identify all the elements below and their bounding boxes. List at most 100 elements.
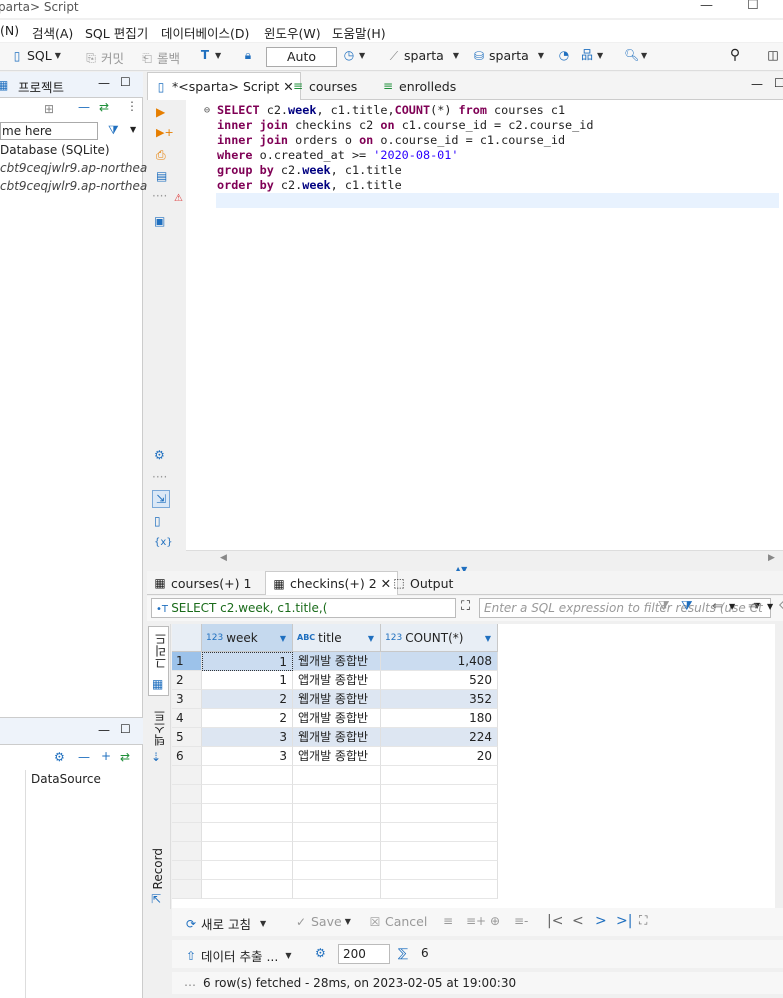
edit-row-icon[interactable]: ≡ (443, 914, 453, 928)
new-folder-icon[interactable]: ⊞ (44, 102, 54, 116)
minimize-icon[interactable]: — (98, 76, 110, 90)
table-row[interactable]: 3 2 웹개발 종합반 352 (172, 690, 775, 709)
expand-icon[interactable]: ⛶ (461, 599, 470, 614)
tab-courses[interactable]: ≡ courses (285, 72, 363, 100)
save-button[interactable]: ✓ Save ▼ (294, 914, 351, 929)
tree-item-sqlite[interactable]: Database (SQLite) (0, 143, 110, 157)
fold-icon[interactable]: ⊖ (204, 105, 210, 116)
table-cell[interactable]: 352 (381, 690, 498, 709)
datasource-panel-tab[interactable]: — ☐ (0, 717, 143, 745)
tab-text-view[interactable]: 텍스트 ⇣ (148, 706, 169, 766)
chevron-down-icon[interactable]: ▼ (345, 917, 351, 926)
table-row[interactable]: 2 1 앱개발 종합반 520 (172, 671, 775, 690)
export-button[interactable]: ⇧ 데이터 추출 ... ▼ (184, 946, 292, 965)
tab-record-view[interactable]: Record ⇱ (148, 848, 169, 908)
chevron-down-icon[interactable]: ▼ (285, 951, 291, 960)
query-text-field[interactable]: •T SELECT c2.week, c1.title,( (151, 598, 456, 618)
add-row-icon[interactable]: ≡+ (466, 914, 486, 928)
tab-checkins-result[interactable]: ▦ checkins(+) 2 ✕ (265, 571, 399, 595)
tree-item-connection[interactable]: cbt9ceqjwlr9.ap-northeast-2 (0, 161, 170, 175)
close-results-icon[interactable]: ▯ (154, 514, 161, 528)
menu-item[interactable]: 도움말(H) (332, 23, 386, 42)
refresh-button[interactable]: ⟳ 새로 고침 ▼ (184, 914, 266, 933)
minimize-icon[interactable]: — (700, 0, 713, 13)
first-page-icon[interactable]: |< (547, 913, 563, 929)
add-icon[interactable]: + (101, 749, 111, 763)
menu-item[interactable]: (N) (0, 23, 19, 38)
cancel-button[interactable]: ☒ Cancel (368, 914, 428, 929)
table-cell[interactable]: 2 (202, 690, 293, 709)
table-cell[interactable]: 520 (381, 671, 498, 690)
chevron-down-icon[interactable]: ▼ (453, 51, 459, 60)
table-cell[interactable]: 2 (202, 709, 293, 728)
last-page-icon[interactable]: >| (616, 913, 632, 929)
collapse-icon[interactable]: — (78, 750, 90, 764)
results-panel-icon[interactable]: ⇲ (152, 490, 170, 508)
copy-row-icon[interactable]: ⊕ (490, 914, 500, 928)
tab-script[interactable]: ▯ *<sparta> Script ✕ (147, 72, 301, 100)
filter-settings-icon[interactable]: ⧩ (658, 599, 670, 614)
auto-commit-field[interactable]: Auto (266, 47, 337, 67)
column-header-title[interactable]: ABC title ▼ (293, 624, 381, 652)
chevron-down-icon[interactable]: ▼ (538, 51, 544, 60)
gear-icon[interactable]: ⚙ (315, 946, 326, 960)
column-header-count[interactable]: 123 COUNT(*) ▼ (381, 624, 498, 652)
explain-icon[interactable]: ▤ (156, 169, 167, 183)
chevron-down-icon[interactable]: ▼ (215, 51, 221, 60)
chevron-down-icon[interactable]: ▼ (130, 125, 136, 134)
filter-icon[interactable]: ⧩ (681, 599, 693, 614)
forward-icon[interactable]: ⇒ (748, 599, 759, 614)
global-search-button[interactable]: ⚲ (728, 48, 742, 62)
console-icon[interactable]: ▣ (154, 214, 165, 228)
maximize-icon[interactable]: ☐ (120, 75, 131, 89)
minimize-icon[interactable]: — (751, 77, 763, 91)
maximize-icon[interactable]: ☐ (747, 0, 759, 13)
sql-editor-button[interactable]: ▯ SQL ▼ (10, 48, 61, 63)
execute-icon[interactable]: ▶ (156, 105, 165, 119)
tab-courses-result[interactable]: ▦ courses(+) 1 (147, 571, 257, 595)
table-cell[interactable]: 앱개발 종합반 (293, 709, 381, 728)
scroll-right-icon[interactable]: ▶ (768, 553, 775, 563)
table-cell[interactable]: 앱개발 종합반 (293, 671, 381, 690)
chevron-down-icon[interactable]: ▼ (55, 51, 61, 60)
connection-selector[interactable]: ⟋ sparta ▼ (387, 48, 459, 63)
table-cell[interactable]: 앱개발 종합반 (293, 747, 381, 766)
table-cell[interactable]: 1,408 (381, 652, 498, 671)
chevron-down-icon[interactable]: ▼ (729, 602, 735, 611)
transaction-mode-button[interactable]: T ▼ (198, 48, 221, 62)
filter-input[interactable]: me here (0, 122, 98, 140)
table-cell[interactable]: 20 (381, 747, 498, 766)
table-cell[interactable]: 웹개발 종합반 (293, 690, 381, 709)
gear-icon[interactable]: ⚙ (154, 448, 165, 462)
table-row[interactable]: 6 3 앱개발 종합반 20 (172, 747, 775, 766)
rollback-button[interactable]: ⎗ 롤백 (140, 48, 180, 67)
delete-row-icon[interactable]: ≡- (514, 914, 528, 928)
fetch-all-icon[interactable]: ⛶ (639, 913, 647, 928)
next-page-icon[interactable]: > (595, 913, 607, 929)
schema-selector[interactable]: ⛁ sparta ▼ (472, 48, 544, 63)
collapse-icon[interactable]: — (78, 100, 90, 114)
execute-new-tab-icon[interactable]: ▶+ (156, 126, 174, 139)
lock-button[interactable]: 🔒︎ (241, 48, 255, 62)
table-row[interactable]: 1 1 웹개발 종합반 1,408 (172, 652, 775, 671)
sort-icon[interactable]: ▼ (280, 634, 286, 643)
result-grid[interactable]: 123 week ▼ ABC title ▼ 123 COUNT(*) ▼ 11… (172, 624, 775, 909)
chevron-down-icon[interactable]: ▼ (767, 602, 773, 611)
menu-item[interactable]: 검색(A) (32, 23, 73, 42)
table-row[interactable]: 5 3 웹개발 종합반 224 (172, 728, 775, 747)
tree-item-connection[interactable]: cbt9ceqjwlr9.ap-northeast (0, 179, 158, 193)
column-header-week[interactable]: 123 week ▼ (202, 624, 293, 652)
tab-grid-view[interactable]: 그리드 ▦ (148, 626, 169, 696)
menu-item[interactable]: 윈도우(W) (264, 23, 321, 42)
scroll-left-icon[interactable]: ◀ (220, 553, 227, 563)
tab-enrolleds[interactable]: ≡ enrolleds (375, 72, 462, 100)
sort-icon[interactable]: ▼ (368, 634, 374, 643)
table-cell[interactable]: 3 (202, 728, 293, 747)
filter-icon[interactable]: ⧩ (108, 123, 119, 138)
maximize-icon[interactable]: ☐ (774, 76, 783, 90)
chevron-down-icon[interactable]: ▼ (641, 51, 647, 60)
commit-button[interactable]: ⎘ 커밋 (84, 48, 124, 67)
menu-item[interactable]: SQL 편집기 (85, 23, 148, 42)
gear-icon[interactable]: ⚙ (54, 750, 65, 764)
sort-icon[interactable]: ▼ (485, 634, 491, 643)
